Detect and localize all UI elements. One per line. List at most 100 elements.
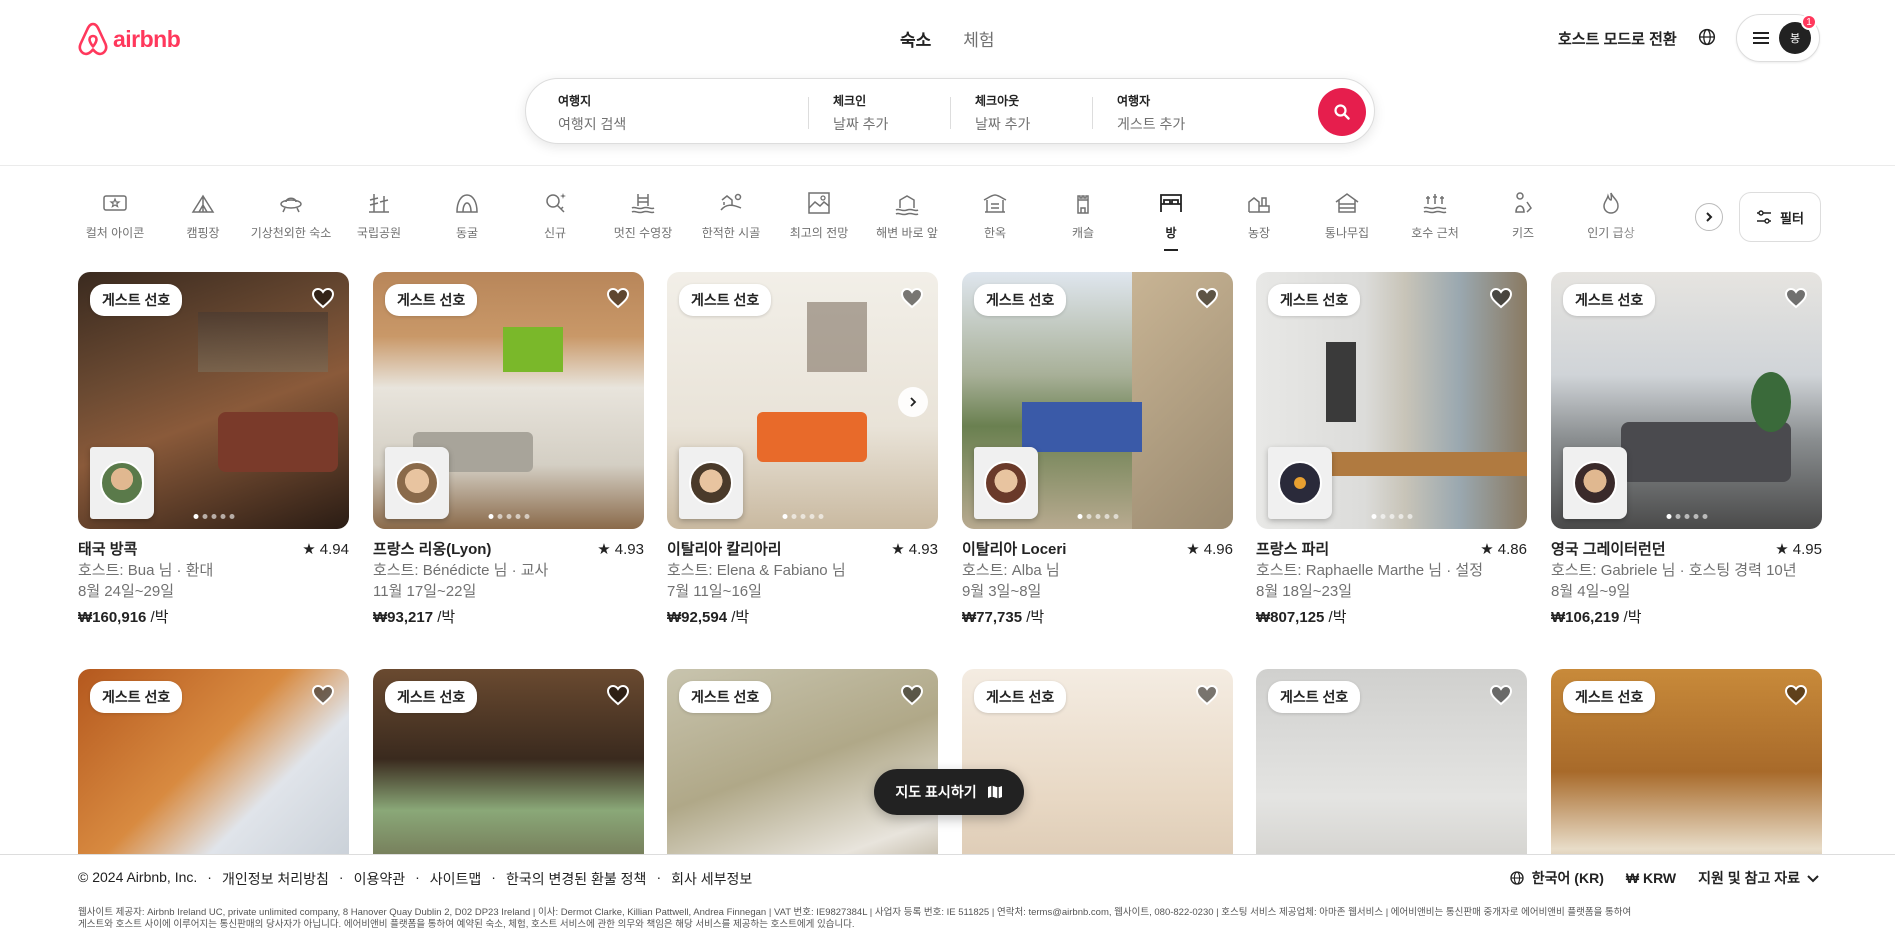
listing-host: 호스트: Gabriele 님 · 호스팅 경력 10년: [1551, 562, 1797, 579]
listing-rating: ★ 4.96: [1186, 541, 1233, 558]
heart-icon[interactable]: [1489, 286, 1513, 310]
guest-favorite-badge: 게스트 선호: [385, 681, 478, 713]
category-label: 통나무집: [1324, 226, 1370, 240]
host-avatar: [1573, 461, 1617, 505]
footer-settings: 한국어 (KR) ₩ KRW 지원 및 참고 자료: [1508, 868, 1820, 888]
show-map-button[interactable]: 지도 표시하기: [874, 769, 1024, 815]
category-label: 한적한 시골: [701, 226, 761, 240]
ufo-icon: [280, 197, 302, 213]
heart-icon[interactable]: [1489, 683, 1513, 707]
where-label: 여행지: [558, 94, 592, 108]
nav-experiences[interactable]: 체험: [963, 26, 994, 51]
heart-icon[interactable]: [606, 286, 630, 310]
heart-icon[interactable]: [1195, 683, 1219, 707]
photo-dots: [782, 514, 823, 519]
view-icon: [808, 192, 830, 214]
heart-icon[interactable]: [606, 683, 630, 707]
where-input[interactable]: 여행지 검색: [558, 114, 788, 134]
category-label: 신규: [543, 226, 567, 240]
guest-favorite-badge: 게스트 선호: [974, 284, 1067, 316]
kids-icon: [1515, 192, 1532, 213]
search-guests[interactable]: 여행자 게스트 추가: [1117, 92, 1267, 134]
filter-button[interactable]: 필터: [1739, 192, 1821, 242]
heart-icon[interactable]: [900, 286, 924, 310]
heart-icon[interactable]: [1784, 286, 1808, 310]
listing-card[interactable]: 게스트 선호 이탈리아 Loceri ★ 4.96 호스트: Alba 님 9월 …: [962, 272, 1233, 628]
language-selector[interactable]: 한국어 (KR): [1508, 868, 1604, 888]
tent-icon: [191, 194, 215, 213]
nav-stays[interactable]: 숙소: [900, 26, 931, 51]
heart-icon[interactable]: [311, 286, 335, 310]
listing-dates: 11월 17일~22일: [373, 583, 477, 600]
category-label: 해변 바로 앞: [876, 226, 938, 240]
listing-card[interactable]: 게스트 선호 프랑스 리옹(Lyon) ★ 4.93 호스트: Bénédicte…: [373, 272, 644, 628]
header: airbnb 숙소 체험 호스트 모드로 전환 봉 1 여행지 여행지 검색 체…: [0, 0, 1895, 166]
hamburger-icon: [1753, 32, 1769, 44]
photo-dots: [1371, 514, 1412, 519]
price-unit: /박: [1619, 609, 1642, 626]
guests-input[interactable]: 게스트 추가: [1117, 114, 1267, 134]
legal-text: 웹사이트 제공자: Airbnb Ireland UC, private unl…: [78, 907, 1818, 931]
checkout-input[interactable]: 날짜 추가: [975, 114, 1085, 134]
category-label: 키즈: [1511, 226, 1535, 240]
listing-host: 호스트: Bénédicte 님 · 교사: [373, 562, 549, 579]
support-resources[interactable]: 지원 및 참고 자료: [1698, 868, 1820, 888]
listing-card[interactable]: 게스트 선호 태국 방콕 ★ 4.94 호스트: Bua 님 · 환대 8월 24…: [78, 272, 349, 628]
checkin-input[interactable]: 날짜 추가: [833, 114, 943, 134]
globe-icon[interactable]: [1696, 26, 1718, 48]
listing-location: 영국 그레이터런던: [1551, 541, 1666, 558]
listing-photo[interactable]: 게스트 선호: [962, 272, 1233, 529]
footer-link-company-details[interactable]: 회사 세부정보: [671, 869, 752, 889]
category-label: 국립공원: [356, 226, 402, 240]
footer-link-terms[interactable]: 이용약관: [354, 869, 406, 889]
listing-photo[interactable]: 게스트 선호: [1256, 272, 1527, 529]
search-checkout[interactable]: 체크아웃 날짜 추가: [975, 92, 1085, 134]
listing-location: 이탈리아 Loceri: [962, 541, 1067, 558]
search-checkin[interactable]: 체크인 날짜 추가: [833, 92, 943, 134]
listing-price: ₩77,735: [962, 609, 1023, 626]
footer-link-privacy[interactable]: 개인정보 처리방침: [222, 869, 329, 889]
host-avatar-card: [974, 447, 1038, 519]
price-unit: /박: [146, 609, 169, 626]
listing-photo[interactable]: 게스트 선호: [667, 272, 938, 529]
heart-icon[interactable]: [900, 683, 924, 707]
price-unit: /박: [727, 609, 750, 626]
host-mode-link[interactable]: 호스트 모드로 전환: [1558, 28, 1677, 49]
filter-label: 필터: [1780, 210, 1804, 226]
airbnb-logo[interactable]: airbnb: [77, 22, 181, 56]
heart-icon[interactable]: [1195, 286, 1219, 310]
search-icon: [1334, 104, 1350, 120]
show-map-label: 지도 표시하기: [895, 784, 977, 800]
listing-photo[interactable]: 게스트 선호: [373, 272, 644, 529]
currency-selector[interactable]: ₩ KRW: [1626, 870, 1676, 886]
footer-links: © 2024 Airbnb, Inc. · 개인정보 처리방침 · 이용약관 ·…: [78, 869, 753, 889]
user-menu-button[interactable]: 봉 1: [1736, 14, 1820, 62]
footer-link-refund-policy[interactable]: 한국의 변경된 환불 정책: [506, 869, 646, 889]
heart-icon[interactable]: [1784, 683, 1808, 707]
category-next-button[interactable]: [1695, 203, 1723, 231]
search-button[interactable]: [1318, 88, 1366, 136]
heart-icon[interactable]: [311, 683, 335, 707]
guest-favorite-badge: 게스트 선호: [1563, 284, 1656, 316]
listing-photo[interactable]: 게스트 선호: [78, 272, 349, 529]
photo-next-button[interactable]: [898, 387, 928, 417]
globe-icon: [1510, 871, 1524, 885]
copyright: © 2024 Airbnb, Inc.: [78, 869, 198, 885]
checkin-label: 체크인: [833, 94, 867, 108]
category-label: 최고의 전망: [789, 226, 849, 240]
sparkle-key-icon: [546, 193, 566, 213]
category-bar: 컬처 아이콘 캠핑장 기상천외한 숙소 국립공원 동굴 신규 멋진 수영장 한적…: [60, 190, 1725, 260]
sliders-icon: [1757, 210, 1772, 224]
listing-host: 호스트: Alba 님: [962, 562, 1060, 579]
search-where[interactable]: 여행지 여행지 검색: [558, 92, 788, 134]
listing-card[interactable]: 게스트 선호 이탈리아 칼리아리 ★ 4.93 호스트: Elena & Fabi…: [667, 272, 938, 628]
footer-link-sitemap[interactable]: 사이트맵: [430, 869, 482, 889]
listing-card[interactable]: 게스트 선호 프랑스 파리 ★ 4.86 호스트: Raphaelle Marth…: [1256, 272, 1527, 628]
castle-icon: [1077, 195, 1089, 214]
photo-dots: [488, 514, 529, 519]
price-unit: /박: [1324, 609, 1347, 626]
guest-favorite-badge: 게스트 선호: [1268, 681, 1361, 713]
beach-icon: [895, 195, 919, 216]
listing-card[interactable]: 게스트 선호 영국 그레이터런던 ★ 4.95 호스트: Gabriele 님 ·…: [1551, 272, 1822, 628]
listing-photo[interactable]: 게스트 선호: [1551, 272, 1822, 529]
